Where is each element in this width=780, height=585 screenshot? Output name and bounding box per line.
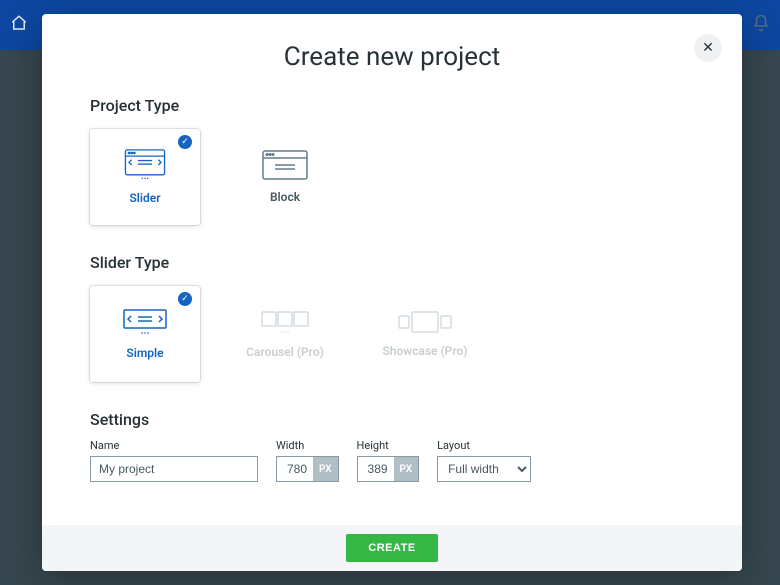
width-input[interactable]	[277, 457, 313, 481]
height-input-wrap: PX	[357, 456, 420, 482]
width-input-wrap: PX	[276, 456, 339, 482]
slider-type-carousel[interactable]: Carousel (Pro)	[230, 286, 340, 382]
height-unit[interactable]: PX	[394, 457, 419, 481]
modal-title: Create new project	[90, 42, 694, 72]
card-label: Slider	[129, 191, 160, 205]
check-icon: ✓	[178, 292, 192, 306]
field-label-width: Width	[276, 439, 339, 452]
card-label: Block	[270, 190, 300, 204]
field-label-layout: Layout	[437, 439, 531, 452]
modal-body: Create new project Project Type ✓	[42, 14, 742, 525]
project-type-row: ✓ Slider	[90, 129, 694, 225]
close-button[interactable]: ✕	[694, 34, 722, 62]
close-icon: ✕	[702, 40, 714, 56]
check-icon: ✓	[178, 135, 192, 149]
slider-type-simple[interactable]: ✓ Simple	[90, 286, 200, 382]
name-input[interactable]	[90, 456, 258, 482]
project-type-block[interactable]: Block	[230, 129, 340, 225]
field-name: Name	[90, 439, 258, 482]
card-label: Simple	[126, 346, 163, 360]
bell-icon[interactable]	[752, 14, 770, 36]
section-heading-slider-type: Slider Type	[90, 253, 694, 272]
project-type-slider[interactable]: ✓ Slider	[90, 129, 200, 225]
create-button[interactable]: CREATE	[346, 534, 437, 562]
field-label-name: Name	[90, 439, 258, 452]
carousel-icon	[260, 309, 310, 335]
block-icon	[262, 150, 308, 180]
field-layout: Layout Full width	[437, 439, 531, 482]
field-width: Width PX	[276, 439, 339, 482]
width-unit[interactable]: PX	[313, 457, 338, 481]
settings-form-row: Name Width PX Height PX Layout	[90, 439, 694, 482]
height-input[interactable]	[358, 457, 394, 481]
card-label: Showcase (Pro)	[382, 344, 467, 358]
layout-select[interactable]: Full width	[437, 456, 531, 482]
section-heading-settings: Settings	[90, 410, 694, 429]
slider-type-row: ✓ Simple	[90, 286, 694, 382]
slider-icon	[122, 149, 168, 181]
create-project-modal: ✕ Create new project Project Type ✓	[42, 14, 742, 571]
card-label: Carousel (Pro)	[246, 345, 324, 359]
section-heading-project-type: Project Type	[90, 96, 694, 115]
field-height: Height PX	[357, 439, 420, 482]
modal-footer: CREATE	[42, 525, 742, 571]
slider-type-showcase[interactable]: Showcase (Pro)	[370, 286, 480, 382]
simple-slider-icon	[122, 308, 168, 336]
showcase-icon	[397, 310, 453, 334]
field-label-height: Height	[357, 439, 420, 452]
home-icon[interactable]	[10, 14, 28, 36]
